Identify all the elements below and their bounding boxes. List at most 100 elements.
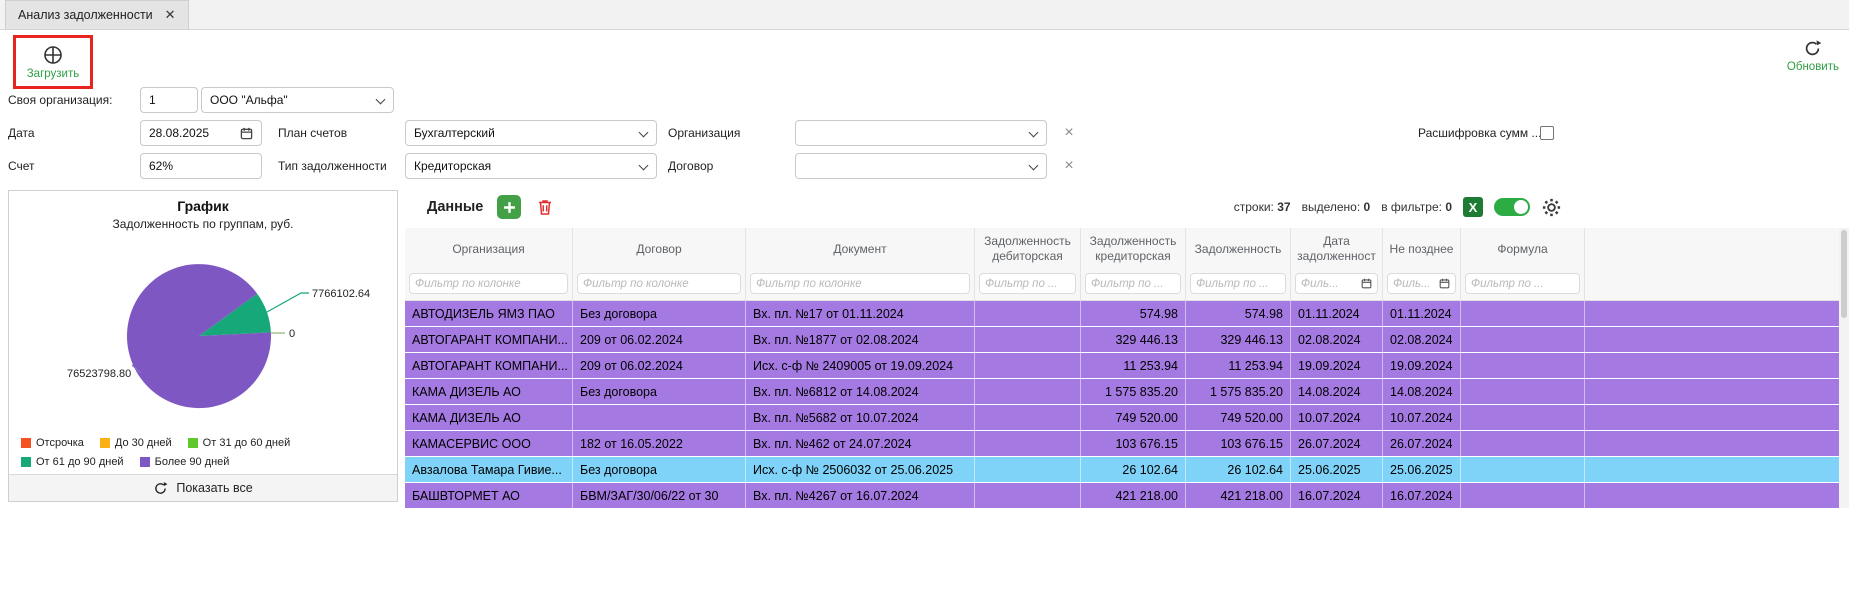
table-row[interactable]: АВТОГАРАНТ КОМПАНИ...209 от 06.02.2024Ис… bbox=[405, 353, 1849, 379]
organization-select[interactable] bbox=[795, 120, 1047, 146]
own-org-value: ООО "Альфа" bbox=[210, 93, 288, 107]
callout-label-purple: 76523798.80 bbox=[67, 368, 131, 380]
color-toggle[interactable] bbox=[1494, 198, 1530, 216]
table-row[interactable]: АВТОГАРАНТ КОМПАНИ...209 от 06.02.2024Вх… bbox=[405, 327, 1849, 353]
show-all-label: Показать все bbox=[176, 481, 252, 495]
chevron-down-icon bbox=[1029, 161, 1039, 171]
calendar-icon bbox=[1439, 278, 1450, 289]
settings-button[interactable] bbox=[1541, 197, 1562, 218]
grid-controls: строки: 37 выделено: 0 в фильтре: 0 X bbox=[1234, 186, 1562, 228]
table-row[interactable]: КАМА ДИЗЕЛЬ АОБез договораВх. пл. №6812 … bbox=[405, 379, 1849, 405]
account-input[interactable] bbox=[140, 153, 262, 179]
own-org-select[interactable]: ООО "Альфа" bbox=[201, 87, 394, 113]
column-filter-input[interactable]: Филь... bbox=[1387, 273, 1456, 294]
refresh-icon bbox=[1803, 39, 1822, 58]
tab-debt-analysis[interactable]: Анализ задолженности ✕ bbox=[5, 0, 189, 29]
filter-placeholder: Филь... bbox=[1301, 278, 1339, 290]
selected-count: выделено: 0 bbox=[1302, 200, 1371, 214]
table-row[interactable]: Авзалова Тамара Гивие...Без договораИсх.… bbox=[405, 457, 1849, 483]
refresh-icon bbox=[153, 481, 168, 496]
callout-label-green: 7766102.64 bbox=[312, 288, 370, 300]
table-cell: 26.07.2024 bbox=[1383, 431, 1461, 456]
delete-row-button[interactable] bbox=[535, 197, 555, 217]
chart-of-accounts-select[interactable]: Бухгалтерский bbox=[405, 120, 657, 146]
column-header[interactable]: Не позднее bbox=[1383, 228, 1461, 270]
tab-bar: Анализ задолженности ✕ bbox=[0, 0, 1849, 30]
column-header[interactable]: Дата задолженност bbox=[1291, 228, 1383, 270]
scrollbar-thumb[interactable] bbox=[1841, 230, 1847, 318]
table-row[interactable]: КАМА ДИЗЕЛЬ АОВх. пл. №5682 от 10.07.202… bbox=[405, 405, 1849, 431]
column-filter-input[interactable]: Фильтр по колонке bbox=[577, 273, 741, 294]
vertical-scrollbar[interactable] bbox=[1839, 228, 1849, 508]
chevron-down-icon bbox=[1029, 128, 1039, 138]
column-header[interactable]: Задолженность bbox=[1186, 228, 1291, 270]
table-cell: АВТОГАРАНТ КОМПАНИ... bbox=[405, 353, 573, 378]
column-filter-input[interactable]: Филь... bbox=[1295, 273, 1378, 294]
table-cell bbox=[975, 353, 1081, 378]
filter-cell: Филь... bbox=[1383, 270, 1461, 300]
table-cell: 421 218.00 bbox=[1186, 483, 1291, 508]
table-cell bbox=[1461, 301, 1585, 326]
table-cell: Вх. пл. №17 от 01.11.2024 bbox=[746, 301, 975, 326]
date-value: 28.08.2025 bbox=[149, 126, 209, 140]
table-cell bbox=[1585, 431, 1849, 456]
data-panel-header: Данные строки: 37 выделено: 0 в фильтре:… bbox=[405, 186, 1849, 228]
data-table: ОрганизацияДоговорДокументЗадолженность … bbox=[405, 228, 1849, 602]
table-cell: Вх. пл. №6812 от 14.08.2024 bbox=[746, 379, 975, 404]
own-org-code-input[interactable] bbox=[140, 87, 198, 113]
sum-breakdown-checkbox[interactable] bbox=[1540, 126, 1554, 140]
show-all-button[interactable]: Показать все bbox=[9, 474, 397, 501]
table-cell: 209 от 06.02.2024 bbox=[573, 353, 746, 378]
column-filter-input[interactable]: Фильтр по ... bbox=[1190, 273, 1286, 294]
refresh-button[interactable]: Обновить bbox=[1787, 39, 1839, 73]
column-filter-input[interactable]: Фильтр по ... bbox=[1085, 273, 1181, 294]
table-cell bbox=[1461, 457, 1585, 482]
filler-cell bbox=[1585, 270, 1849, 300]
debt-type-select[interactable]: Кредиторская bbox=[405, 153, 657, 179]
contract-clear-button[interactable]: × bbox=[1058, 153, 1080, 179]
filter-cell: Фильтр по колонке bbox=[746, 270, 975, 300]
table-cell: 02.08.2024 bbox=[1291, 327, 1383, 352]
column-header[interactable]: Задолженность дебиторская bbox=[975, 228, 1081, 270]
date-input[interactable]: 28.08.2025 bbox=[140, 120, 262, 146]
filter-cell: Фильтр по ... bbox=[1461, 270, 1585, 300]
legend-swatch bbox=[21, 457, 31, 467]
filter-placeholder: Фильтр по ... bbox=[1091, 278, 1164, 290]
table-row[interactable]: БАШВТОРМЕТ АОБВМ/ЗАГ/30/06/22 от 30Вх. п… bbox=[405, 483, 1849, 508]
column-header[interactable]: Документ bbox=[746, 228, 975, 270]
column-header[interactable]: Задолженность кредиторская bbox=[1081, 228, 1186, 270]
table-cell: 11 253.94 bbox=[1081, 353, 1186, 378]
tab-close-icon[interactable]: ✕ bbox=[165, 7, 176, 23]
legend-swatch bbox=[188, 438, 198, 448]
column-filter-input[interactable]: Фильтр по ... bbox=[979, 273, 1076, 294]
table-cell bbox=[1585, 301, 1849, 326]
column-header[interactable]: Организация bbox=[405, 228, 573, 270]
excel-export-icon[interactable]: X bbox=[1463, 197, 1483, 217]
chart-panel: График Задолженность по группам, руб. 77… bbox=[8, 190, 398, 502]
column-filter-input[interactable]: Фильтр по колонке bbox=[409, 273, 568, 294]
table-cell bbox=[975, 457, 1081, 482]
column-filter-input[interactable]: Фильтр по ... bbox=[1465, 273, 1580, 294]
load-icon bbox=[43, 45, 63, 65]
table-cell: 26 102.64 bbox=[1081, 457, 1186, 482]
column-header[interactable]: Договор bbox=[573, 228, 746, 270]
table-row[interactable]: АВТОДИЗЕЛЬ ЯМЗ ПАОБез договораВх. пл. №1… bbox=[405, 301, 1849, 327]
refresh-label: Обновить bbox=[1787, 61, 1839, 73]
table-cell bbox=[573, 405, 746, 430]
table-filter-row: Фильтр по колонке Фильтр по колонке Фильтр… bbox=[405, 270, 1849, 301]
add-row-button[interactable] bbox=[497, 195, 521, 219]
column-header[interactable]: Формула bbox=[1461, 228, 1585, 270]
column-filter-input[interactable]: Фильтр по колонке bbox=[750, 273, 970, 294]
chart-subtitle: Задолженность по группам, руб. bbox=[9, 217, 397, 231]
table-cell bbox=[975, 483, 1081, 508]
organization-clear-button[interactable]: × bbox=[1058, 120, 1080, 146]
table-row[interactable]: КАМАСЕРВИС ООО182 от 16.05.2022Вх. пл. №… bbox=[405, 431, 1849, 457]
load-button[interactable]: Загрузить bbox=[27, 45, 80, 80]
table-cell: Вх. пл. №462 от 24.07.2024 bbox=[746, 431, 975, 456]
table-cell: 14.08.2024 bbox=[1383, 379, 1461, 404]
table-cell: 1 575 835.20 bbox=[1186, 379, 1291, 404]
legend-item: От 61 до 90 дней bbox=[21, 456, 124, 468]
contract-select[interactable] bbox=[795, 153, 1047, 179]
load-label: Загрузить bbox=[27, 68, 80, 80]
table-cell bbox=[1461, 431, 1585, 456]
